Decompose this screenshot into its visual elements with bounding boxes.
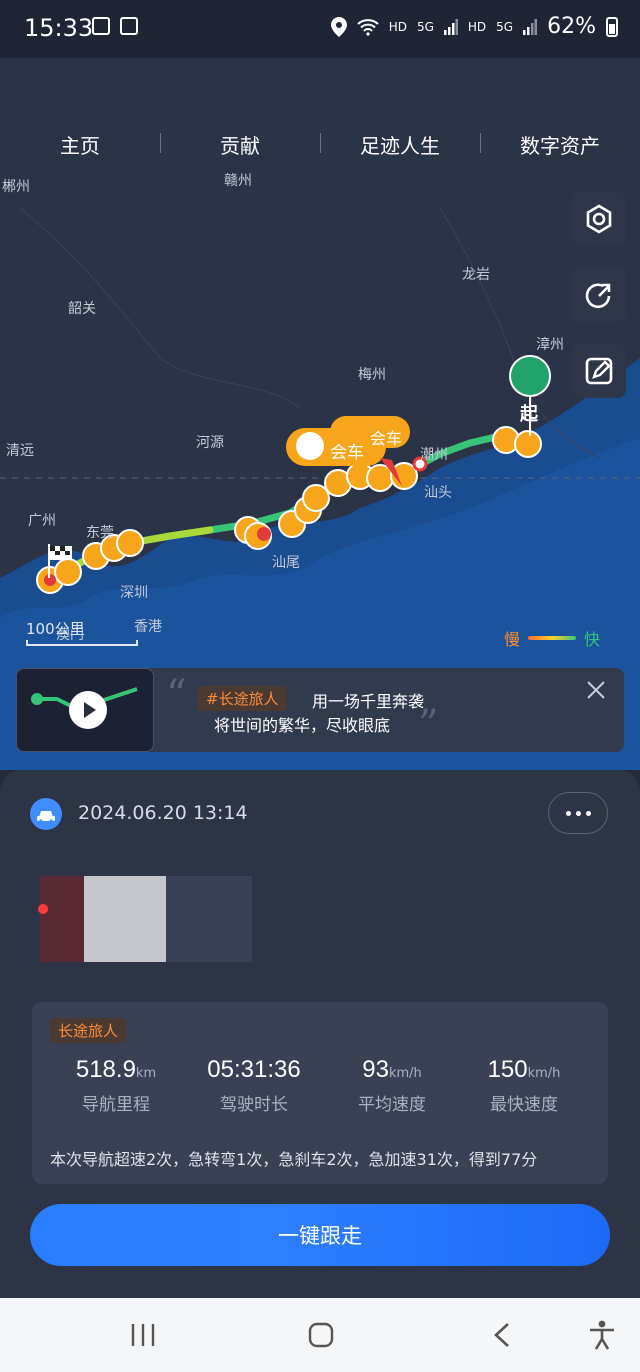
place-shanwei: 汕尾 [272, 555, 300, 571]
tab-contribution[interactable]: 贡献 [160, 130, 320, 159]
snapshot-marker-dot [38, 904, 48, 914]
system-nav-bar [0, 1298, 640, 1372]
network-label-1: 5G [416, 19, 434, 34]
snapshot-region-white [84, 876, 166, 962]
location-icon [330, 16, 347, 37]
map-scale-label: 100公里 [26, 620, 85, 638]
tab-footprint[interactable]: 足迹人生 [320, 130, 480, 159]
legend-gradient [527, 636, 576, 640]
snapshot-region-red [40, 876, 84, 962]
play-icon[interactable] [69, 691, 107, 729]
trip-date: 2024.06.20 13:14 [78, 802, 248, 824]
stat-label: 平均速度 [358, 1095, 426, 1115]
place-dongguan: 东莞 [86, 525, 114, 541]
stat-label: 驾驶时长 [220, 1095, 288, 1115]
tab-digital-assets[interactable]: 数字资产 [480, 130, 640, 159]
map-scale-bar [26, 640, 138, 646]
trip-panel: 2024.06.20 13:14 长途旅人 518.9km 导航里程 05:31… [0, 770, 640, 1298]
stat-value: 05:31:36 [207, 1056, 301, 1083]
home-icon[interactable] [308, 1322, 334, 1348]
legend-slow-label: 慢 [503, 630, 520, 649]
place-chaozhou: 潮州 [420, 447, 448, 463]
signal-icon-2 [523, 18, 538, 35]
battery-percent: 62% [547, 14, 596, 39]
more-button[interactable] [548, 792, 608, 834]
stat-value: 518.9 [75, 1056, 136, 1083]
place-heyuan: 河源 [196, 435, 224, 451]
wifi-icon [357, 18, 379, 36]
place-chenzhou: 郴州 [2, 179, 30, 195]
image-notification-icon [120, 17, 138, 35]
place-qingyuan: 清远 [6, 443, 34, 459]
place-shantou: 汕头 [424, 485, 452, 501]
place-ganzhou: 赣州 [224, 173, 252, 189]
stat-value: 93 [362, 1056, 389, 1083]
close-icon[interactable] [586, 680, 606, 700]
car-icon [30, 798, 62, 830]
signal-icon-1 [443, 18, 458, 35]
trip-snapshot-image[interactable] [40, 876, 252, 962]
trip-stats-card: 长途旅人 518.9km 导航里程 05:31:36 驾驶时长 93km/h 平… [32, 1002, 608, 1184]
speed-legend: 慢 快 [504, 626, 600, 650]
promo-video-thumbnail[interactable] [16, 668, 154, 752]
stat-label: 最快速度 [490, 1095, 558, 1115]
battery-icon [606, 16, 618, 37]
place-guangzhou: 广州 [28, 513, 56, 529]
more-dot [565, 810, 571, 816]
tab-home[interactable]: 主页 [0, 130, 160, 159]
stat-distance: 518.9km 导航里程 [46, 1056, 186, 1115]
trip-summary: 本次导航超速2次，急转弯1次，急刹车2次，急加速31次，得到77分 [50, 1150, 538, 1169]
edit-icon [585, 357, 613, 385]
stat-unit: km/h [527, 1066, 561, 1081]
place-shaoguan: 韶关 [68, 301, 96, 317]
network-label-2: 5G [496, 19, 514, 34]
back-icon[interactable] [492, 1322, 512, 1348]
legend-fast-label: 快 [583, 630, 600, 649]
stat-label: 导航里程 [82, 1095, 150, 1115]
meet-label-2: 会车 [330, 443, 364, 463]
share-button[interactable] [572, 268, 626, 322]
place-shenzhen: 深圳 [120, 585, 148, 601]
edit-button[interactable] [572, 344, 626, 398]
settings-button[interactable] [572, 192, 626, 246]
recent-apps-icon[interactable] [130, 1324, 156, 1346]
stat-unit: km [135, 1066, 157, 1081]
trip-tag: 长途旅人 [50, 1018, 127, 1043]
more-dot [585, 810, 591, 816]
place-longyan: 龙岩 [462, 267, 490, 283]
promo-banner[interactable]: “ ” #长途旅人 用一场千里奔袭 将世间的繁华，尽收眼底 [16, 668, 624, 752]
stat-value: 150 [487, 1056, 528, 1083]
place-hongkong: 香港 [134, 619, 162, 635]
hd-label-2: HD [467, 19, 487, 34]
promo-line-1: 用一场千里奔袭 [312, 692, 425, 711]
place-zhangzhou: 漳州 [536, 337, 564, 353]
follow-button[interactable]: 一键跟走 [30, 1204, 610, 1266]
status-bar: 15:33 HD 5G HD 5G 62% [0, 0, 640, 58]
place-meizhou: 梅州 [358, 367, 386, 383]
share-icon [585, 283, 611, 309]
quote-open-icon: “ [166, 672, 187, 718]
top-nav: 主页 贡献 足迹人生 数字资产 [0, 116, 640, 172]
meet-label-1: 会车 [370, 429, 403, 448]
start-label: 起 [520, 404, 538, 425]
stat-avg-speed: 93km/h 平均速度 [322, 1056, 462, 1115]
more-dot [575, 810, 581, 816]
promo-tag: #长途旅人 [198, 686, 287, 711]
status-time: 15:33 [24, 14, 94, 42]
status-notification-icons [92, 17, 138, 35]
hd-label-1: HD [388, 19, 407, 34]
checkbox-notification-icon [92, 17, 110, 35]
stat-duration: 05:31:36 驾驶时长 [184, 1056, 324, 1115]
accessibility-icon[interactable] [588, 1320, 616, 1350]
stat-max-speed: 150km/h 最快速度 [454, 1056, 594, 1115]
promo-line-2: 将世间的繁华，尽收眼底 [214, 716, 391, 735]
status-right: HD 5G HD 5G 62% [330, 14, 618, 39]
settings-icon [586, 204, 612, 234]
stat-unit: km/h [388, 1066, 422, 1081]
